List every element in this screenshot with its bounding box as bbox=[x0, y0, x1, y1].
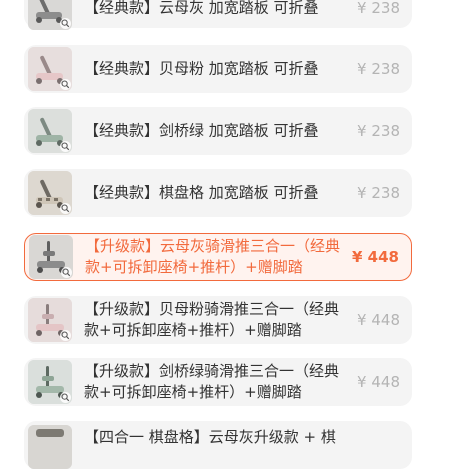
sku-option-price: ¥ 238 bbox=[357, 184, 400, 202]
sku-option[interactable]: 【经典款】云母灰 加宽踏板 可折叠 ¥ 238 bbox=[24, 0, 412, 30]
sku-option-price: ¥ 238 bbox=[357, 60, 400, 78]
sku-option-name: 【升级款】贝母粉骑滑推三合一（经典款+可拆卸座椅+推杆）+赠脚踏 bbox=[84, 300, 340, 339]
magnifier-icon[interactable] bbox=[60, 141, 71, 152]
magnifier-icon[interactable] bbox=[60, 392, 71, 403]
sku-option[interactable]: 【四合一 棋盘格】云母灰升级款 + 棋 bbox=[24, 421, 412, 469]
product-thumbnail bbox=[28, 47, 72, 91]
sku-option-price: ¥ 238 bbox=[357, 122, 400, 140]
product-thumbnail bbox=[29, 235, 73, 279]
magnifier-icon[interactable] bbox=[61, 267, 72, 278]
sku-option-selected[interactable]: 【升级款】云母灰骑滑推三合一（经典款+可拆卸座椅+推杆）+赠脚踏 ¥ 448 bbox=[24, 233, 412, 281]
sku-option-name: 【升级款】剑桥绿骑滑推三合一（经典款+可拆卸座椅+推杆）+赠脚踏 bbox=[84, 362, 340, 401]
sku-option-name: 【经典款】贝母粉 加宽踏板 可折叠 bbox=[84, 59, 319, 78]
sku-option[interactable]: 【升级款】贝母粉骑滑推三合一（经典款+可拆卸座椅+推杆）+赠脚踏 ¥ 448 bbox=[24, 296, 412, 344]
sku-option-price: ¥ 448 bbox=[357, 311, 400, 329]
product-thumbnail bbox=[28, 109, 72, 153]
product-thumbnail bbox=[28, 298, 72, 342]
sku-option-list: 【经典款】云母灰 加宽踏板 可折叠 ¥ 238 【经典款】贝母粉 加宽踏板 可折… bbox=[0, 0, 472, 469]
magnifier-icon[interactable] bbox=[60, 79, 71, 90]
magnifier-icon[interactable] bbox=[60, 18, 71, 29]
sku-option-name: 【升级款】云母灰骑滑推三合一（经典款+可拆卸座椅+推杆）+赠脚踏 bbox=[85, 237, 341, 276]
product-thumbnail bbox=[28, 171, 72, 215]
sku-option-name: 【经典款】棋盘格 加宽踏板 可折叠 bbox=[84, 183, 319, 202]
sku-option-name: 【经典款】剑桥绿 加宽踏板 可折叠 bbox=[84, 121, 319, 140]
product-thumbnail bbox=[28, 360, 72, 404]
sku-option[interactable]: 【经典款】棋盘格 加宽踏板 可折叠 ¥ 238 bbox=[24, 169, 412, 217]
sku-option-name: 【四合一 棋盘格】云母灰升级款 + 棋 bbox=[84, 428, 336, 446]
sku-option-price: ¥ 448 bbox=[357, 373, 400, 391]
sku-option[interactable]: 【经典款】剑桥绿 加宽踏板 可折叠 ¥ 238 bbox=[24, 107, 412, 155]
sku-option[interactable]: 【升级款】剑桥绿骑滑推三合一（经典款+可拆卸座椅+推杆）+赠脚踏 ¥ 448 bbox=[24, 358, 412, 406]
magnifier-icon[interactable] bbox=[60, 203, 71, 214]
product-thumbnail bbox=[28, 0, 72, 30]
sku-option-name: 【经典款】云母灰 加宽踏板 可折叠 bbox=[84, 0, 319, 17]
sku-option[interactable]: 【经典款】贝母粉 加宽踏板 可折叠 ¥ 238 bbox=[24, 45, 412, 93]
product-thumbnail bbox=[28, 425, 72, 469]
magnifier-icon[interactable] bbox=[60, 330, 71, 341]
sku-option-price: ¥ 448 bbox=[352, 248, 399, 266]
sku-option-price: ¥ 238 bbox=[357, 0, 400, 17]
